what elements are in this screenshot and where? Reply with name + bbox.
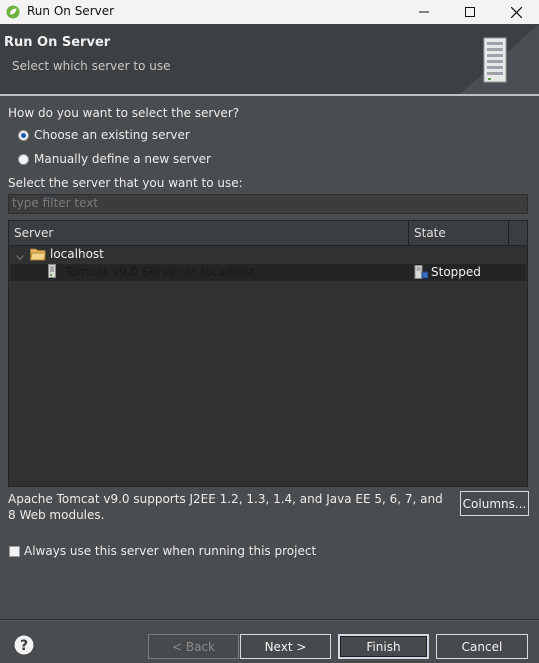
back-button[interactable]: < Back (148, 634, 239, 659)
footer-divider-highlight (0, 620, 539, 621)
folder-icon (30, 247, 46, 264)
minimize-icon (419, 7, 429, 17)
selection-question: How do you want to select the server? (8, 106, 240, 120)
finish-button[interactable]: Finish (338, 634, 429, 659)
tree-collapse-icon[interactable] (16, 250, 24, 264)
table-row[interactable]: Tomcat v9.0 Server at localhost Stopped (10, 264, 526, 281)
server-state: Stopped (431, 265, 481, 279)
next-button[interactable]: Next > (240, 634, 331, 659)
choose-existing-label: Choose an existing server (34, 128, 190, 142)
maximize-button[interactable] (447, 0, 493, 24)
always-use-label: Always use this server when running this… (24, 544, 317, 558)
svg-text:?: ? (20, 638, 28, 654)
stopped-server-icon (414, 265, 429, 282)
wizard-banner: Run On Server Select which server to use (0, 24, 539, 95)
cancel-button[interactable]: Cancel (436, 634, 528, 659)
radio-indicator-checked[interactable] (18, 130, 29, 141)
server-list-label: Select the server that you want to use: (8, 176, 243, 190)
manual-define-label: Manually define a new server (34, 152, 211, 166)
tree-node-localhost[interactable]: localhost (10, 246, 526, 263)
help-icon[interactable]: ? (14, 635, 34, 655)
column-divider[interactable] (408, 221, 409, 245)
columns-button[interactable]: Columns... (460, 491, 529, 516)
server-banner-icon (460, 24, 539, 94)
close-button[interactable] (493, 0, 539, 24)
column-header-server[interactable]: Server (14, 226, 53, 240)
title-bar: Run On Server (0, 0, 539, 24)
radio-indicator[interactable] (18, 154, 29, 165)
close-icon (510, 6, 522, 18)
banner-divider (0, 94, 539, 96)
column-divider[interactable] (508, 221, 509, 245)
column-header-state[interactable]: State (414, 226, 446, 240)
manual-define-radio[interactable]: Manually define a new server (18, 152, 211, 170)
host-label: localhost (50, 247, 104, 261)
maximize-icon (465, 7, 475, 17)
table-header: Server State (9, 221, 527, 246)
window-title: Run On Server (27, 4, 115, 18)
server-name: Tomcat v9.0 Server at localhost (65, 265, 255, 279)
banner-title: Run On Server (4, 35, 111, 50)
spring-leaf-icon (6, 5, 20, 19)
filter-placeholder: type filter text (12, 196, 99, 210)
server-icon (48, 264, 56, 281)
choose-existing-radio[interactable]: Choose an existing server (18, 128, 190, 146)
server-table[interactable]: Server State localhost Tomcat v9.0 Serve… (8, 220, 528, 487)
checkbox-indicator[interactable] (9, 546, 20, 557)
server-description: Apache Tomcat v9.0 supports J2EE 1.2, 1.… (8, 492, 443, 522)
banner-subtitle: Select which server to use (12, 59, 171, 73)
always-use-checkbox[interactable]: Always use this server when running this… (9, 544, 316, 561)
minimize-button[interactable] (401, 0, 447, 24)
filter-input[interactable]: type filter text (8, 194, 528, 214)
